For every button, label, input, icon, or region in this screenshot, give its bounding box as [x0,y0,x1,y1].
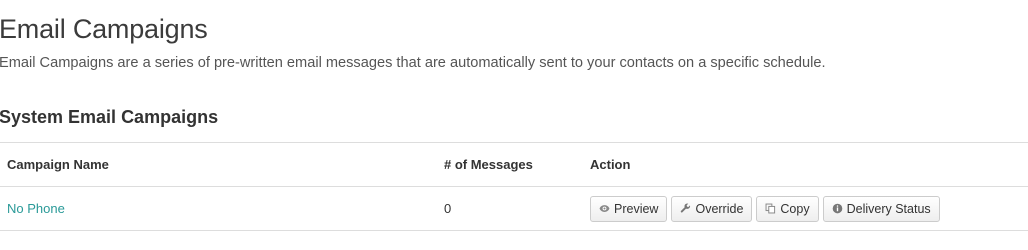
copy-icon [765,203,776,214]
override-button[interactable]: Override [671,195,753,222]
campaigns-table: Campaign Name # of Messages Action No Ph… [0,142,1028,231]
copy-button[interactable]: Copy [756,195,819,222]
preview-label: Preview [614,201,659,216]
action-cell: Preview Override Copy Delivery Status [590,187,940,230]
section-title: System Email Campaigns [0,107,219,127]
action-buttons: Preview Override Copy Delivery Status [590,195,940,222]
info-circle-icon [832,203,843,214]
wrench-icon [680,203,691,214]
campaign-name-cell: No Phone [7,187,65,230]
message-count: 0 [444,201,452,216]
column-header-campaign-name: Campaign Name [7,157,109,172]
column-header-messages: # of Messages [444,157,533,172]
table-row: No Phone 0 Preview Override Copy Deliver… [0,186,1028,231]
column-header-action: Action [590,157,631,172]
page-description: Email Campaigns are a series of pre-writ… [0,55,826,71]
copy-label: Copy [780,201,810,216]
preview-button[interactable]: Preview [590,195,668,222]
eye-icon [599,203,610,214]
page-title: Email Campaigns [0,14,208,44]
campaign-name-link[interactable]: No Phone [7,201,65,216]
table-header-row: Campaign Name # of Messages Action [0,142,1028,186]
override-label: Override [695,201,744,216]
delivery-status-label: Delivery Status [846,201,931,216]
delivery-status-button[interactable]: Delivery Status [822,195,940,222]
